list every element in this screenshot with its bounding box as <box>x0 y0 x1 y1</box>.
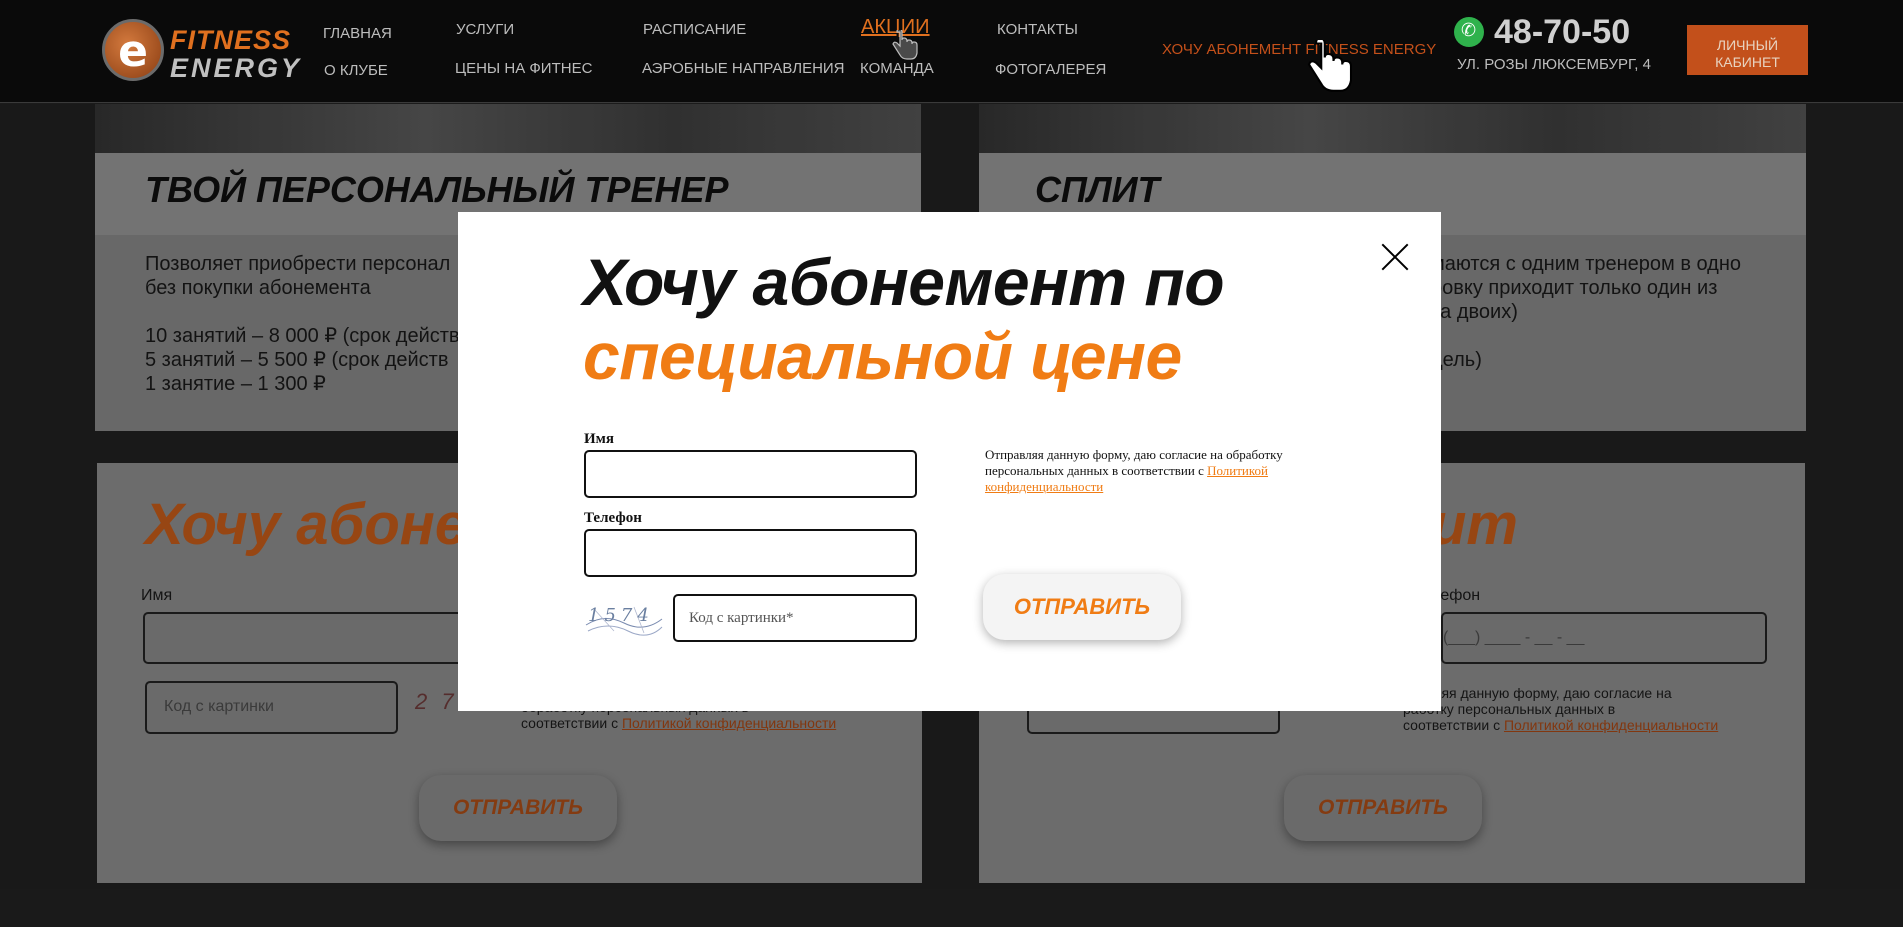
captcha-code-input[interactable]: Код с картинки* <box>673 594 917 642</box>
nav-services[interactable]: УСЛУГИ <box>456 21 514 38</box>
nav-home[interactable]: ГЛАВНАЯ <box>323 25 392 42</box>
consent-text: Отправляя данную форму, даю согласие на … <box>985 447 1283 494</box>
nav-aerobics[interactable]: АЭРОБНЫЕ НАПРАВЛЕНИЯ <box>642 60 845 77</box>
logo[interactable]: e FITNESS ENERGY <box>102 19 299 83</box>
phone-label: Телефон <box>584 510 642 526</box>
whatsapp-icon[interactable] <box>1454 17 1484 47</box>
phone-input[interactable] <box>584 529 917 577</box>
submit-button[interactable]: ОТПРАВИТЬ <box>983 574 1181 640</box>
close-icon[interactable] <box>1380 242 1410 272</box>
name-input[interactable] <box>584 450 917 498</box>
site-header: e FITNESS ENERGY ГЛАВНАЯ О КЛУБЕ УСЛУГИ … <box>0 0 1903 103</box>
modal-title-line1: Хочу абонемент по <box>583 245 1225 319</box>
nav-team[interactable]: КОМАНДА <box>860 60 934 77</box>
logo-text-line1: FITNESS <box>170 25 292 55</box>
phone-number[interactable]: 48-70-50 <box>1494 13 1630 52</box>
modal-title-line2: специальной цене <box>583 319 1182 393</box>
address: УЛ. РОЗЫ ЛЮКСЕМБУРГ, 4 <box>1457 56 1651 73</box>
nav-about[interactable]: О КЛУБЕ <box>324 62 388 79</box>
logo-text-line2: ENERGY <box>170 53 303 83</box>
nav-contacts[interactable]: КОНТАКТЫ <box>997 21 1078 38</box>
personal-cabinet-button[interactable]: ЛИЧНЫЙ КАБИНЕТ <box>1687 25 1808 75</box>
name-label: Имя <box>584 431 614 447</box>
logo-icon: e <box>102 19 164 81</box>
subscription-modal: Хочу абонемент по специальной цене Имя Т… <box>458 212 1441 711</box>
nav-schedule[interactable]: РАСПИСАНИЕ <box>643 21 746 38</box>
hand-cursor-icon <box>892 30 918 60</box>
nav-prices[interactable]: ЦЕНЫ НА ФИТНЕС <box>455 60 592 77</box>
captcha-image: 1574 <box>584 601 664 637</box>
subscription-cta-link[interactable]: ХОЧУ АБОНЕМЕНТ FITNESS ENERGY <box>1162 41 1436 58</box>
nav-gallery[interactable]: ФОТОГАЛЕРЕЯ <box>995 61 1106 78</box>
hand-cursor-icon <box>1307 40 1353 92</box>
